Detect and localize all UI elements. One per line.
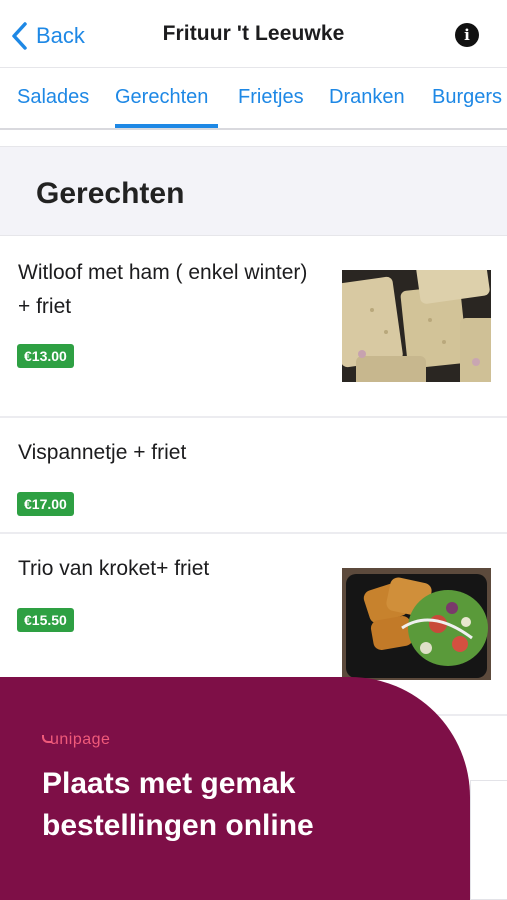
- item-name: Vispannetje + friet: [18, 441, 187, 464]
- next-item-card: [470, 780, 507, 900]
- tab-salades[interactable]: Salades: [17, 86, 89, 109]
- item-name: Trio van kroket+ friet: [18, 557, 210, 580]
- item-image[interactable]: [342, 568, 491, 680]
- menu-item[interactable]: Vispannetje + friet €17.00: [0, 418, 507, 534]
- top-navigation-bar: Back Frituur 't Leeuwke i: [0, 0, 507, 68]
- price-badge: €17.00: [17, 492, 74, 516]
- price-badge: €13.00: [17, 344, 74, 368]
- tab-dranken[interactable]: Dranken: [329, 86, 405, 109]
- tab-burgers[interactable]: Burgers: [432, 86, 502, 109]
- item-image[interactable]: [342, 270, 491, 382]
- promo-banner[interactable]: unipage Plaats met gemak bestellingen on…: [0, 677, 470, 900]
- category-tab-bar: Salades Gerechten Frietjes Dranken Burge…: [0, 68, 507, 130]
- banner-headline: Plaats met gemak bestellingen online: [42, 767, 314, 842]
- section-header: Gerechten: [0, 146, 507, 236]
- menu-item[interactable]: Witloof met ham ( enkel winter) + friet …: [0, 236, 507, 418]
- item-name: Witloof met ham ( enkel winter) + friet: [18, 261, 308, 318]
- price-badge: €15.50: [17, 608, 74, 632]
- info-icon[interactable]: i: [455, 23, 479, 47]
- section-title: Gerechten: [36, 177, 185, 210]
- tab-gerechten[interactable]: Gerechten: [115, 86, 208, 109]
- brand-logo: unipage: [50, 731, 111, 748]
- tab-frietjes[interactable]: Frietjes: [238, 86, 304, 109]
- active-tab-indicator: [115, 124, 218, 128]
- page-title: Frituur 't Leeuwke: [162, 22, 345, 45]
